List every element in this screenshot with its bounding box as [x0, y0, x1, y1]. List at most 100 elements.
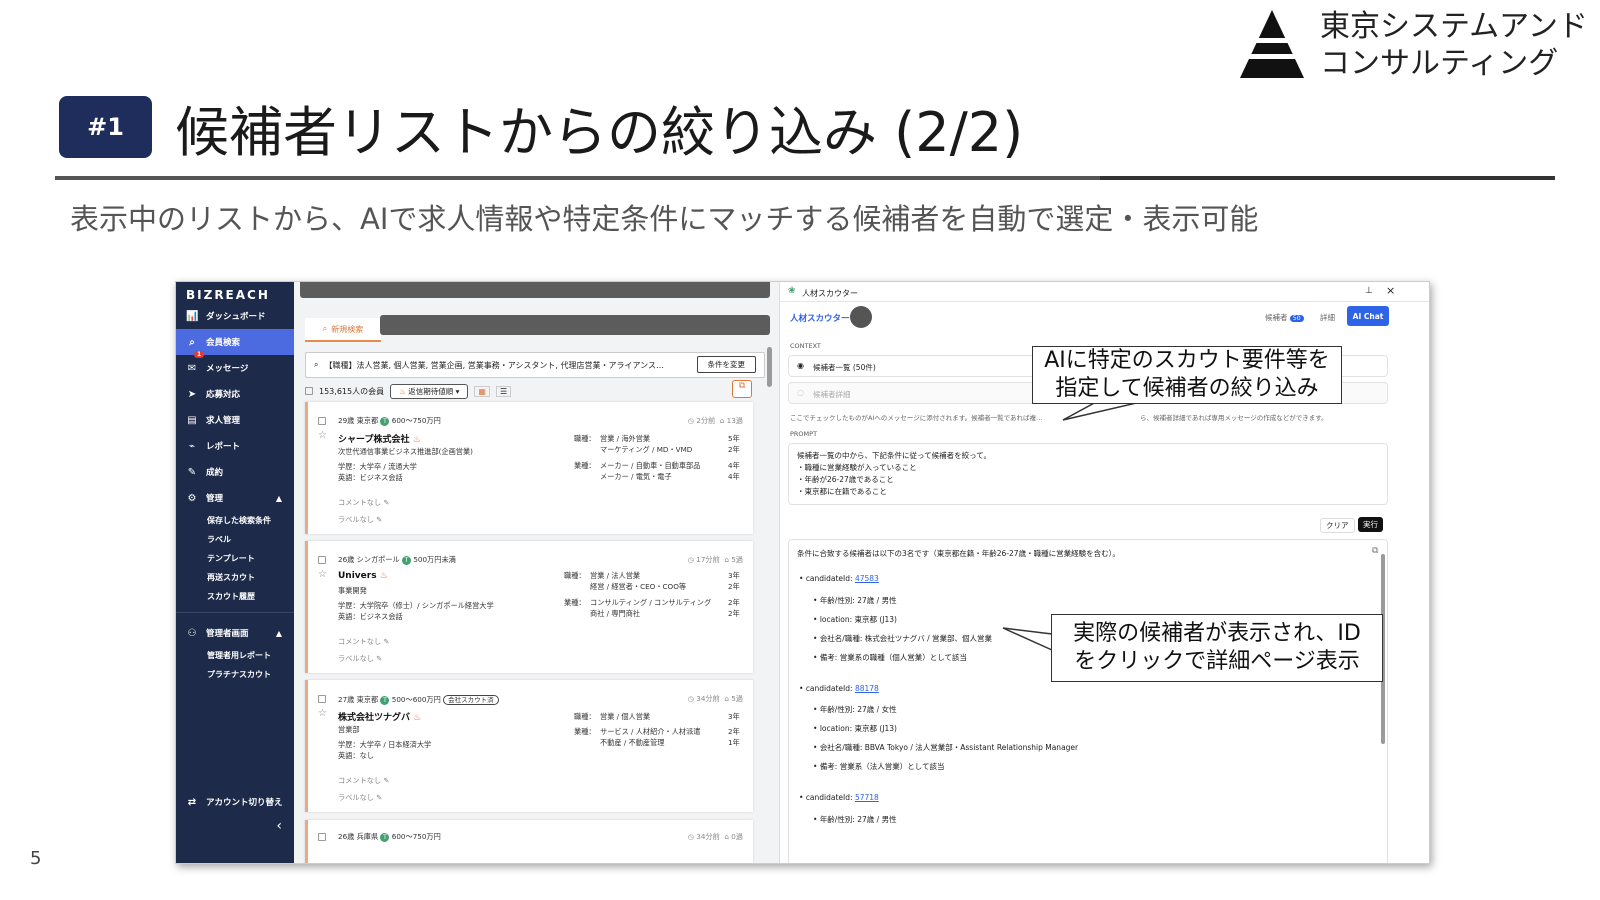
- context-option-label: 候補者一覧 (50件): [813, 363, 876, 372]
- sidebar-item-report[interactable]: ⌁ レポート: [176, 433, 294, 459]
- sidebar-item-contracts[interactable]: ✎ 成約: [176, 459, 294, 485]
- result-line: • 備考: 営業系の職種（個人営業）として該当: [813, 653, 967, 662]
- radio-checked-icon[interactable]: ◉: [797, 361, 804, 370]
- favorite-star-icon[interactable]: ☆: [318, 569, 327, 580]
- card-meta: 29歳 東京都 T 600〜750万円: [338, 416, 441, 426]
- card-meta: 26歳 シンガポール T 500万円未満: [338, 555, 456, 565]
- label-text: ラベルなし: [338, 515, 374, 524]
- copy-icon[interactable]: ⧉: [732, 380, 752, 398]
- favorite-star-icon[interactable]: ☆: [318, 430, 327, 441]
- industry: コンサルティング / コンサルティング: [590, 598, 712, 607]
- sidebar-sub-scout-history[interactable]: スカウト履歴: [207, 591, 255, 602]
- card-time: ◷ 34分前 ⌂ 0過: [687, 832, 743, 841]
- sidebar-sub-templates[interactable]: テンプレート: [207, 553, 255, 564]
- card-checkbox[interactable]: [318, 416, 326, 425]
- view-count: 0過: [731, 832, 743, 841]
- sidebar: BIZREACH 📊 ダッシュボード ⌕ 会員検索 ✉ メッセージ 1 ➤ 応募対応 ▤ 求…: [176, 282, 294, 863]
- last-active: 2分前: [696, 416, 716, 425]
- candidate-id-link[interactable]: 88178: [855, 684, 879, 693]
- card-meta: 26歳 兵庫県 T 600〜750万円: [338, 832, 441, 842]
- list-view-icon[interactable]: ☰: [495, 385, 512, 397]
- card-checkbox[interactable]: [318, 832, 326, 841]
- sidebar-item-member-search[interactable]: ⌕ 会員検索: [176, 329, 294, 355]
- pencil-icon: ✎: [383, 498, 390, 507]
- department: 次世代通信事業ビジネス推進部(企画営業): [338, 447, 473, 456]
- member-list-area: ⌕ 新規検索 ⌕ 【職種】法人営業, 個人営業, 営業企画, 営業事務・アシスタント…: [294, 282, 779, 863]
- tab-new-search[interactable]: ⌕ 新規検索: [305, 318, 381, 342]
- sort-select[interactable]: ♨ 返信期待値順 ▾: [390, 383, 469, 399]
- prompt-line: ・年齢が26-27歳であること: [797, 475, 894, 484]
- chart-icon: 📊: [186, 310, 199, 322]
- sidebar-sub-saved-search[interactable]: 保存した検索条件: [207, 515, 271, 526]
- sidebar-sub-manager-report[interactable]: 管理者用レポート: [207, 650, 271, 661]
- candidate-card[interactable]: 29歳 東京都 T 600〜750万円 ◷ 2分前 ⌂ 13過 ☆ シャープ株式…: [305, 402, 753, 534]
- card-checkbox[interactable]: [318, 555, 326, 564]
- collapse-sidebar-icon[interactable]: ‹: [276, 818, 282, 834]
- grid-view-icon[interactable]: ▦: [474, 385, 490, 397]
- favorite-star-icon[interactable]: ☆: [318, 708, 327, 719]
- candidate-id-link[interactable]: 57718: [855, 793, 879, 802]
- slide-subtitle: 表示中のリストから、AIで求人情報や特定条件にマッチする候補者を自動で選定・表示…: [70, 202, 1259, 236]
- label-field[interactable]: ラベルなし ✎: [338, 515, 382, 525]
- result-toolbar: 153,615人の会員 ♨ 返信期待値順 ▾ ▦ ☰: [305, 382, 512, 400]
- sidebar-item-admin[interactable]: ⚙ 管理 ▲: [176, 485, 294, 511]
- industry-years: 4年: [728, 472, 740, 481]
- comment-field[interactable]: コメントなし ✎: [338, 637, 389, 647]
- label-field[interactable]: ラベルなし ✎: [338, 654, 382, 664]
- label-field[interactable]: ラベルなし ✎: [338, 793, 382, 803]
- close-icon[interactable]: ×: [1386, 284, 1395, 297]
- company-name: 東京システムアンド コンサルティング: [1320, 8, 1588, 82]
- sidebar-sub-labels[interactable]: ラベル: [207, 534, 231, 545]
- candidate-card[interactable]: 26歳 兵庫県 T 600〜750万円 ◷ 34分前 ⌂ 0過: [305, 820, 753, 863]
- comment-field[interactable]: コメントなし ✎: [338, 498, 389, 508]
- industry: 不動産 / 不動産管理: [600, 738, 665, 747]
- detail-tab[interactable]: 詳細: [1320, 312, 1335, 323]
- company-name: シャープ株式会社 ♨: [338, 432, 421, 445]
- pin-icon[interactable]: ⊥: [1365, 286, 1373, 296]
- sidebar-item-manager[interactable]: ⚇ 管理者画面 ▲: [176, 620, 294, 646]
- brand-logo: BIZREACH: [186, 288, 270, 302]
- search-conditions[interactable]: ⌕ 【職種】法人営業, 個人営業, 営業企画, 営業事務・アシスタント, 代理店営…: [305, 352, 765, 378]
- flame-icon: ♨: [413, 713, 422, 723]
- callout-line: をクリックで詳細ページ表示: [1074, 649, 1360, 674]
- industry: メーカー / 自動車・自動車部品: [600, 461, 701, 470]
- sidebar-item-messages[interactable]: ✉ メッセージ 1: [176, 351, 294, 381]
- sidebar-item-jobs[interactable]: ▤ 求人管理: [176, 407, 294, 433]
- sidebar-sub-platinum-scout[interactable]: プラチナスカウト: [207, 669, 271, 680]
- candidates-tab[interactable]: 候補者 50: [1265, 312, 1304, 323]
- copy-icon[interactable]: ⧉: [1372, 546, 1378, 556]
- select-all-checkbox[interactable]: [305, 387, 313, 395]
- candidate-id-link[interactable]: 47583: [855, 574, 879, 583]
- last-active: 34分前: [696, 832, 720, 841]
- result-text: location: 東京都 (J13): [819, 615, 897, 624]
- sidebar-item-dashboard[interactable]: 📊 ダッシュボード: [176, 303, 294, 329]
- candidate-card[interactable]: 27歳 東京都 T 500〜600万円 会社スカウト済 ◷ 34分前 ⌂ 5過 …: [305, 680, 753, 812]
- run-button[interactable]: 実行: [1358, 517, 1383, 532]
- flame-icon: ♨: [399, 386, 406, 396]
- sidebar-item-applications[interactable]: ➤ 応募対応: [176, 381, 294, 407]
- candidate-card[interactable]: 26歳 シンガポール T 500万円未満 ◷ 17分前 ⌂ 5過 ☆ Unive…: [305, 541, 753, 673]
- job-label: 職種：: [564, 571, 586, 580]
- ai-chat-button[interactable]: AI Chat: [1347, 306, 1389, 326]
- panel-name: 人材スカウター: [790, 314, 850, 324]
- change-conditions-button[interactable]: 条件を変更: [696, 356, 756, 373]
- result-line: • location: 東京都 (J13): [813, 615, 897, 624]
- prompt-line: ・東京都に在籍であること: [797, 487, 887, 496]
- sidebar-item-switch-account[interactable]: ⇄ アカウント切り替え: [176, 789, 294, 815]
- comment-field[interactable]: コメントなし ✎: [338, 776, 389, 786]
- clear-button[interactable]: クリア: [1320, 518, 1355, 533]
- radio-unchecked-icon[interactable]: ○: [797, 388, 804, 397]
- card-time: ◷ 2分前 ⌂ 13過: [687, 416, 743, 425]
- card-checkbox[interactable]: [318, 694, 326, 703]
- job-years: 2年: [728, 445, 740, 454]
- sidebar-sub-resend-scout[interactable]: 再送スカウト: [207, 572, 255, 583]
- company-name-line2: コンサルティング: [1320, 46, 1559, 81]
- prompt-textarea[interactable]: 候補者一覧の中から、下記条件に従って候補者を絞って。 ・職種に営業経験が入ってい…: [788, 443, 1388, 505]
- job: 営業 / 法人営業: [590, 571, 641, 580]
- job: マーケティング / MD・VMD: [600, 445, 693, 454]
- department: 事業開発: [338, 586, 367, 595]
- result-text: 年齢/性別: 27歳 / 男性: [819, 815, 897, 824]
- company-name: 株式会社ツナグバ ♨: [338, 710, 421, 723]
- list-scrollbar[interactable]: [767, 347, 772, 387]
- redacted-bar: [300, 282, 770, 298]
